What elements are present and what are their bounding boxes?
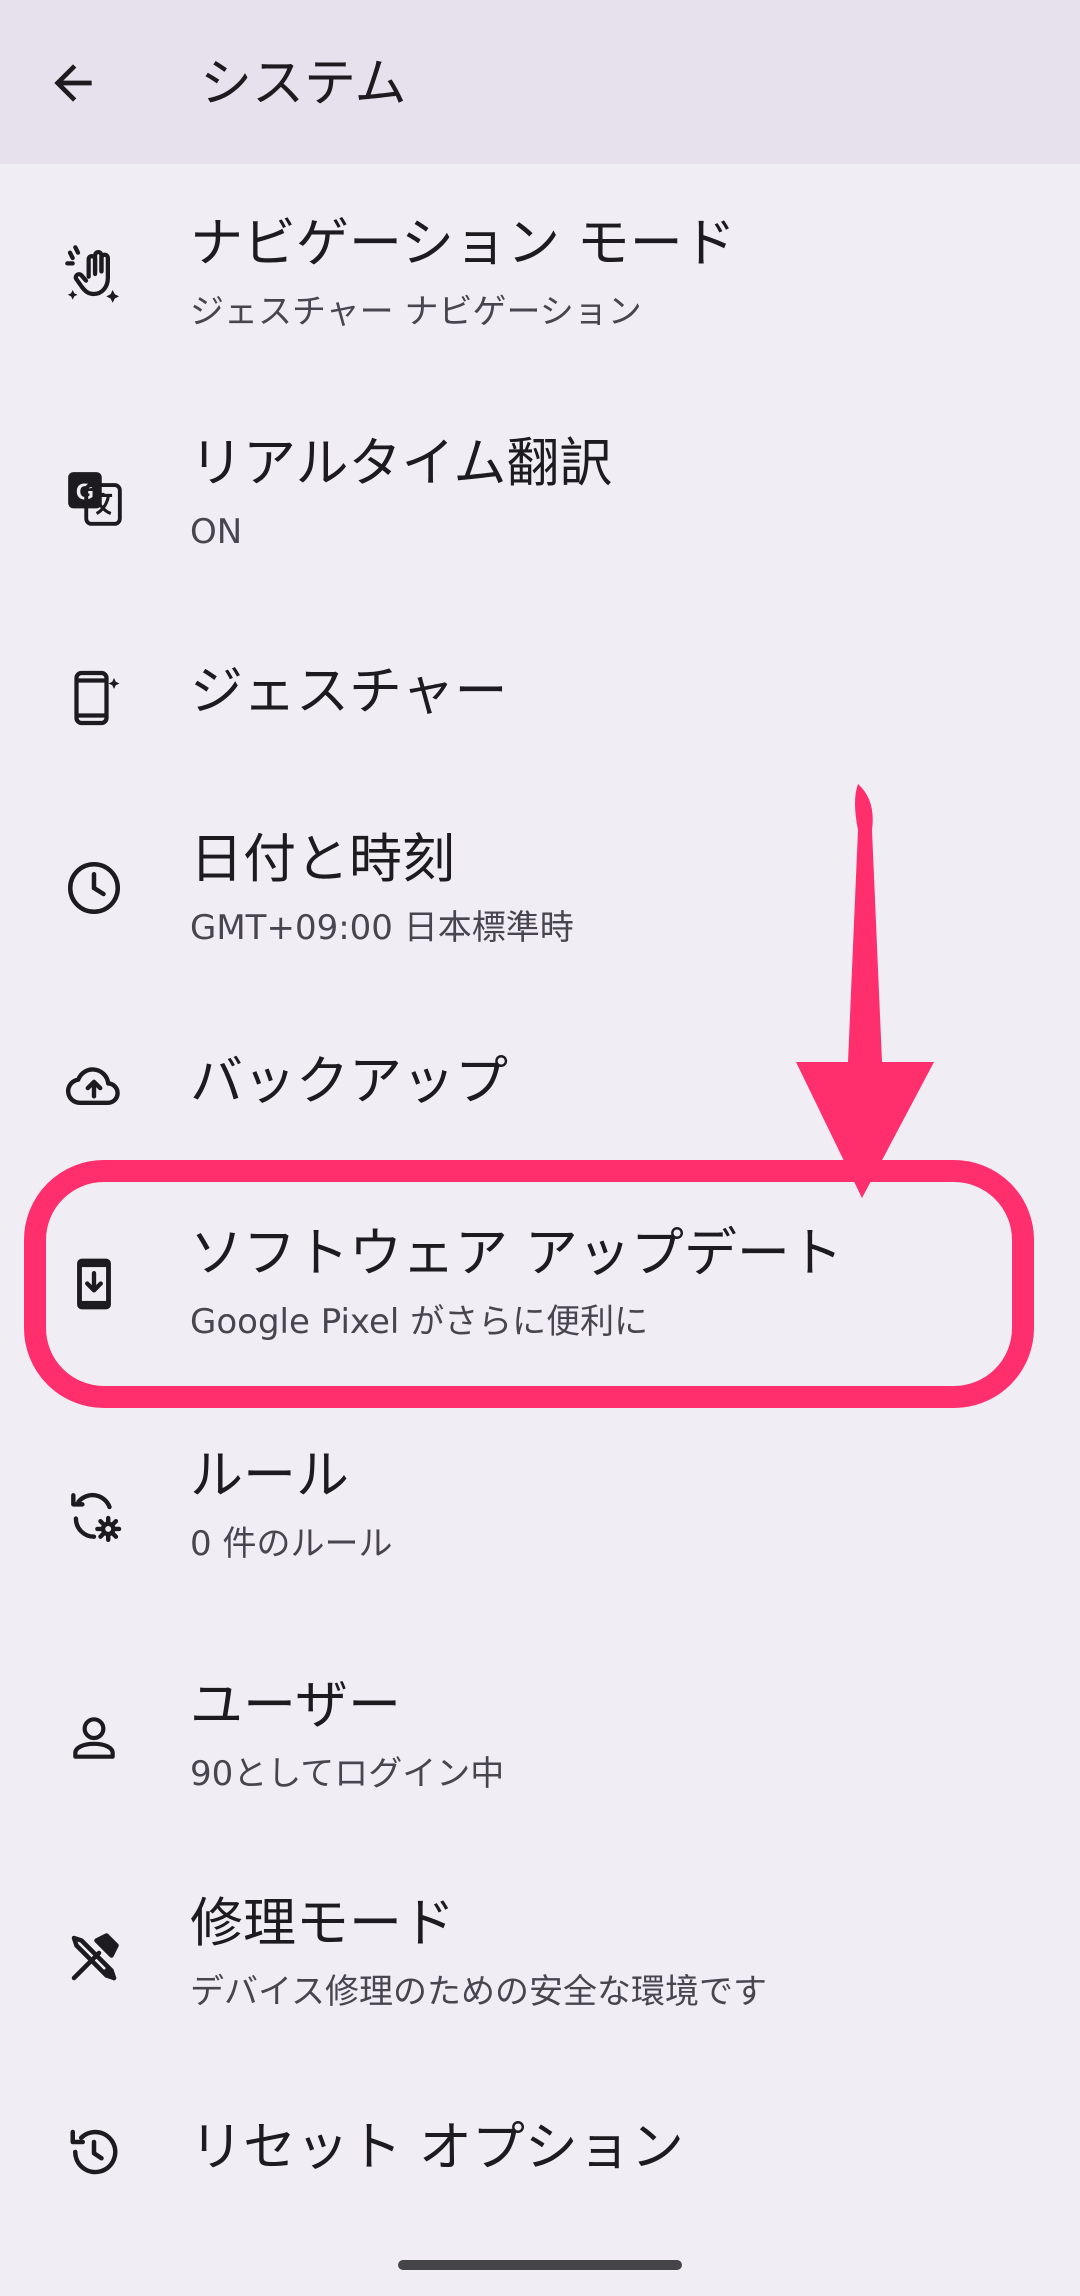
setting-title: バックアップ (190, 1051, 508, 1112)
history-reset-icon (56, 2114, 132, 2190)
setting-rules[interactable]: ルール 0 件のルール (0, 1410, 1080, 1630)
gesture-hand-icon (56, 236, 132, 312)
setting-title: リセット オプション (190, 2117, 684, 2178)
setting-title: 修理モード (190, 1893, 455, 1954)
top-app-bar: システム (0, 0, 1080, 164)
setting-title: ジェスチャー (190, 661, 508, 722)
rules-sync-gear-icon (56, 1478, 132, 1554)
setting-software-update[interactable]: ソフトウェア アップデート Google Pixel がさらに便利に (0, 1170, 1080, 1400)
repair-tools-icon (56, 1920, 132, 1996)
system-update-icon (56, 1246, 132, 1322)
setting-users[interactable]: ユーザー 90としてログイン中 (0, 1630, 1080, 1850)
person-icon (56, 1700, 132, 1776)
home-indicator[interactable] (398, 2260, 682, 2270)
phone-sparkle-icon (56, 660, 132, 736)
setting-subtitle: ジェスチャー ナビゲーション (190, 292, 642, 332)
setting-subtitle: ON (190, 512, 243, 552)
setting-live-translate[interactable]: G リアルタイム翻訳 ON (0, 390, 1080, 610)
setting-subtitle: 0 件のルール (190, 1524, 393, 1564)
setting-title: ナビゲーション モード (190, 213, 736, 274)
setting-backup[interactable]: バックアップ (0, 1000, 1080, 1170)
setting-title: 日付と時刻 (190, 829, 455, 890)
setting-title: リアルタイム翻訳 (190, 433, 613, 494)
cloud-upload-icon (56, 1048, 132, 1124)
setting-title: ソフトウェア アップデート (190, 1223, 843, 1284)
arrow-back-icon (54, 64, 92, 102)
setting-date-time[interactable]: 日付と時刻 GMT+09:00 日本標準時 (0, 780, 1080, 1000)
setting-navigation-mode[interactable]: ナビゲーション モード ジェスチャー ナビゲーション (0, 170, 1080, 390)
setting-reset-options[interactable]: リセット オプション (0, 2070, 1080, 2240)
back-button[interactable] (38, 48, 108, 118)
setting-subtitle: 90としてログイン中 (190, 1754, 505, 1794)
setting-title: ルール (190, 1445, 349, 1506)
clock-icon (56, 850, 132, 926)
translate-icon: G (56, 460, 132, 536)
setting-repair-mode[interactable]: 修理モード デバイス修理のための安全な環境です (0, 1850, 1080, 2070)
setting-subtitle: GMT+09:00 日本標準時 (190, 908, 574, 948)
setting-gestures[interactable]: ジェスチャー (0, 610, 1080, 780)
setting-subtitle: Google Pixel がさらに便利に (190, 1302, 649, 1342)
page-title: システム (200, 54, 407, 114)
setting-title: ユーザー (190, 1675, 401, 1736)
setting-subtitle: デバイス修理のための安全な環境です (190, 1972, 767, 2012)
